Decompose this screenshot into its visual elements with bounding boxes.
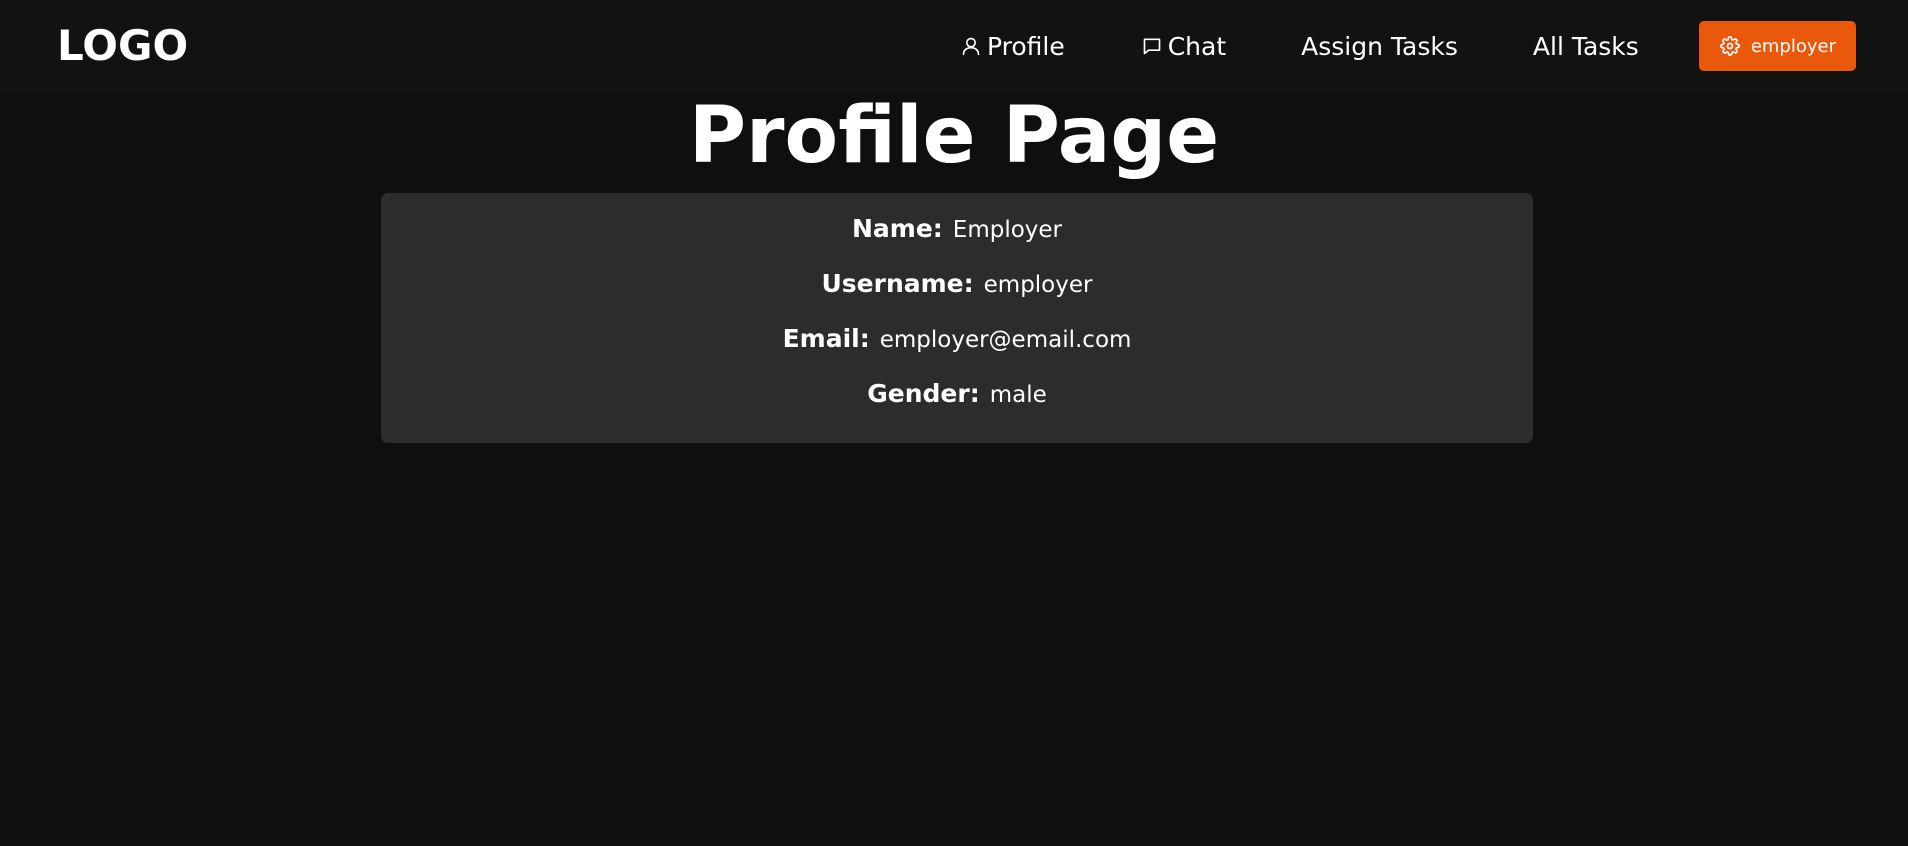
nav-chat-label: Chat [1167,31,1227,61]
nav-all-tasks-label: All Tasks [1532,31,1639,61]
navbar: LOGO Profile Chat Assign Tasks All Tasks… [0,0,1908,92]
nav-assign-tasks-label: Assign Tasks [1301,31,1458,61]
name-label: Name: [851,214,943,243]
nav-all-tasks-link[interactable]: All Tasks [1533,32,1639,61]
profile-row-email: Email: employer@email.com [381,319,1533,374]
username-label: Username: [821,269,974,298]
user-icon [959,34,983,58]
name-value: Employer [952,217,1062,243]
gender-label: Gender: [867,379,980,408]
nav-links: Profile Chat Assign Tasks All Tasks empl… [959,0,1856,92]
page-title: Profile Page [688,91,1220,181]
gender-value: male [989,382,1047,408]
email-label: Email: [782,324,870,353]
logo[interactable]: LOGO [57,20,188,72]
chat-icon [1140,34,1164,58]
profile-row-name: Name: Employer [381,209,1533,264]
gear-icon [1719,35,1741,57]
username-value: employer [983,272,1093,298]
nav-profile-label: Profile [986,31,1065,61]
nav-assign-tasks-link[interactable]: Assign Tasks [1301,32,1458,61]
profile-row-gender: Gender: male [381,374,1533,429]
profile-row-username: Username: employer [381,264,1533,319]
profile-card: Name: Employer Username: employer Email:… [381,193,1533,443]
nav-profile-link[interactable]: Profile [959,32,1065,61]
nav-chat-link[interactable]: Chat [1140,32,1226,61]
user-menu-label: employer [1750,35,1836,57]
user-menu-button[interactable]: employer [1698,21,1856,71]
email-value: employer@email.com [879,327,1132,353]
